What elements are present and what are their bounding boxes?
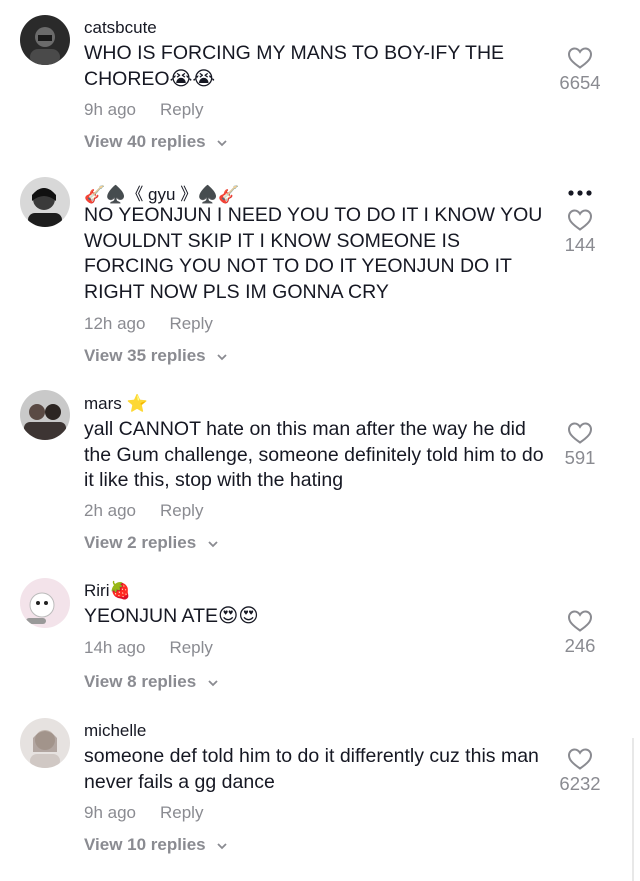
view-replies-button[interactable]: View 35 replies (84, 346, 228, 366)
comment-meta: 2h ago Reply (84, 501, 203, 521)
reply-button[interactable]: Reply (160, 501, 203, 520)
chevron-down-icon (217, 139, 227, 146)
like-button[interactable]: 6232 (545, 747, 615, 795)
comment-timestamp: 9h ago (84, 100, 136, 119)
view-replies-button[interactable]: View 8 replies (84, 672, 219, 692)
chevron-down-icon (217, 842, 227, 849)
comment-username[interactable]: catsbcute (84, 18, 157, 38)
comment-timestamp: 2h ago (84, 501, 136, 520)
like-button[interactable]: 144 (545, 208, 615, 256)
comment-timestamp: 14h ago (84, 638, 146, 657)
comment-meta: 14h ago Reply (84, 638, 213, 658)
avatar[interactable] (20, 177, 70, 227)
comment-timestamp: 9h ago (84, 803, 136, 822)
avatar[interactable] (20, 578, 70, 628)
like-button[interactable]: 246 (545, 609, 615, 657)
heart-outline-icon (567, 422, 593, 444)
heart-outline-icon (567, 748, 593, 770)
reply-button[interactable]: Reply (169, 314, 212, 333)
chevron-down-icon (217, 353, 227, 360)
comment-username[interactable]: michelle (84, 721, 146, 741)
view-replies-label: View 2 replies (84, 533, 197, 552)
comment-text: WHO IS FORCING MY MANS TO BOY-IFY THE CH… (84, 42, 505, 90)
comment-username[interactable]: 🎸♠️《 gyu 》♠️🎸 (84, 180, 240, 205)
more-options-button[interactable] (565, 186, 595, 200)
avatar[interactable] (20, 718, 70, 768)
comment-username[interactable]: Riri🍓 (84, 581, 131, 601)
comment-timestamp: 12h ago (84, 314, 146, 333)
comment-text: yall CANNOT hate on this man after the w… (84, 418, 544, 491)
comment-meta: 9h ago Reply (84, 803, 203, 823)
comment-username[interactable]: mars ⭐ (84, 394, 148, 414)
comment-meta: 9h ago Reply (84, 100, 203, 120)
heart-outline-icon (567, 610, 593, 632)
like-count: 591 (564, 447, 596, 468)
view-replies-label: View 40 replies (84, 132, 206, 151)
like-button[interactable]: 591 (545, 421, 615, 469)
view-replies-label: View 8 replies (84, 672, 197, 691)
view-replies-label: View 35 replies (84, 346, 206, 365)
chevron-down-icon (208, 540, 218, 547)
comment-meta: 12h ago Reply (84, 314, 213, 334)
view-replies-button[interactable]: View 40 replies (84, 132, 228, 152)
view-replies-label: View 10 replies (84, 835, 206, 854)
comment-text: YEONJUN ATE😍😍 (84, 605, 259, 627)
more-dots-icon (568, 190, 592, 196)
view-replies-button[interactable]: View 2 replies (84, 533, 219, 553)
like-count: 246 (564, 635, 596, 656)
reply-button[interactable]: Reply (160, 100, 203, 119)
reply-button[interactable]: Reply (160, 803, 203, 822)
comment-text: someone def told him to do it differentl… (84, 745, 539, 793)
chevron-down-icon (208, 679, 218, 686)
like-count: 6654 (559, 72, 601, 93)
like-count: 6232 (559, 773, 601, 794)
avatar[interactable] (20, 390, 70, 440)
avatar[interactable] (20, 15, 70, 65)
like-button[interactable]: 6654 (545, 46, 615, 94)
scrollbar-track[interactable] (632, 738, 634, 881)
view-replies-button[interactable]: View 10 replies (84, 835, 228, 855)
comment-text: NO YEONJUN I NEED YOU TO DO IT I KNOW YO… (84, 204, 543, 303)
heart-outline-icon (567, 47, 593, 69)
like-count: 144 (564, 234, 596, 255)
reply-button[interactable]: Reply (169, 638, 212, 657)
heart-outline-icon (567, 209, 593, 231)
